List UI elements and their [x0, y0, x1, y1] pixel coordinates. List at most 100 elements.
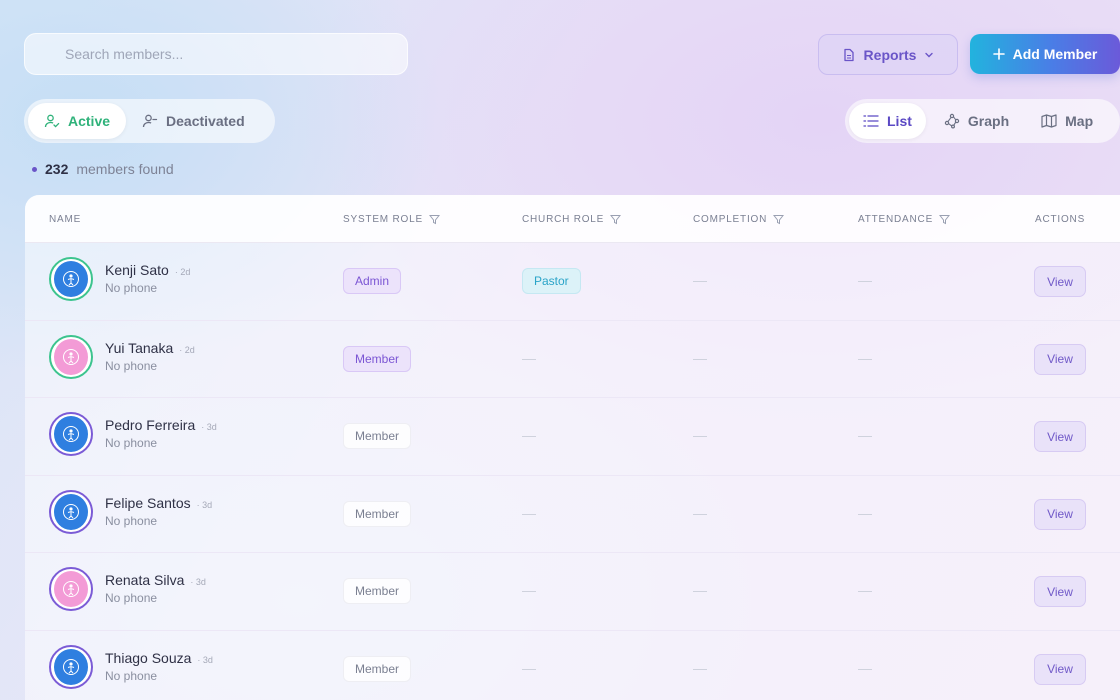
system-role-badge: Member	[343, 500, 412, 527]
filter-icon[interactable]	[428, 214, 440, 225]
filter-icon[interactable]	[610, 214, 622, 225]
tab-graph[interactable]: Graph	[930, 103, 1023, 139]
view-button[interactable]: View	[1034, 266, 1086, 297]
member-name[interactable]: Kenji Sato	[105, 262, 169, 278]
member-info: Yui Tanaka · 2d No phone	[105, 340, 195, 373]
header-church-role[interactable]: CHURCH ROLE	[522, 195, 622, 243]
count-dot	[32, 166, 37, 172]
list-icon	[863, 115, 879, 127]
person-icon	[63, 426, 79, 442]
tab-active-label: Active	[68, 113, 111, 129]
filter-icon[interactable]	[773, 214, 785, 225]
system-role-badge: Member	[343, 423, 412, 449]
table-row[interactable]: Renata Silva · 3d No phone Member View	[25, 553, 1120, 631]
header-system-role[interactable]: SYSTEM ROLE	[343, 195, 440, 243]
view-button[interactable]: View	[1034, 343, 1086, 375]
top-bar: Reports Add Member	[0, 0, 1120, 90]
tab-deactivated-label: Deactivated	[166, 113, 245, 129]
completion-empty	[693, 591, 707, 592]
member-name[interactable]: Renata Silva	[105, 572, 184, 588]
table-row[interactable]: Thiago Souza · 3d No phone Member View	[25, 631, 1120, 700]
person-icon	[63, 581, 79, 597]
member-info: Kenji Sato · 2d No phone	[105, 262, 190, 295]
tab-map[interactable]: Map	[1027, 103, 1107, 139]
member-phone: No phone	[105, 591, 158, 605]
avatar	[49, 644, 93, 689]
member-info: Renata Silva · 3d No phone	[105, 572, 206, 605]
completion-empty	[693, 513, 707, 515]
person-icon	[63, 658, 79, 675]
view-button[interactable]: View	[1034, 498, 1086, 530]
filter-icon[interactable]	[939, 214, 951, 225]
header-name-label: NAME	[49, 213, 82, 225]
search-box[interactable]	[24, 33, 408, 75]
count-suffix: members found	[76, 161, 174, 177]
completion-empty	[693, 358, 707, 360]
add-member-button[interactable]: Add Member	[970, 34, 1120, 74]
tab-map-label: Map	[1065, 113, 1094, 129]
table-row[interactable]: Felipe Santos · 3d No phone Member View	[25, 476, 1120, 553]
system-role-badge: Member	[343, 578, 412, 604]
tab-active[interactable]: Active	[28, 103, 127, 139]
avatar	[49, 489, 93, 534]
user-minus-icon	[142, 114, 158, 128]
member-name[interactable]: Pedro Ferreira	[105, 417, 195, 433]
member-joined-ago: · 2d	[174, 267, 191, 277]
member-name[interactable]: Yui Tanaka	[105, 340, 173, 356]
tab-deactivated[interactable]: Deactivated	[126, 103, 261, 139]
avatar	[49, 257, 93, 301]
tab-list[interactable]: List	[849, 103, 926, 139]
search-icon-wrap	[40, 47, 54, 61]
avatar	[49, 412, 93, 456]
header-actions-label: ACTIONS	[1035, 213, 1086, 225]
avatar	[49, 567, 93, 611]
add-member-label: Add Member	[1012, 46, 1098, 62]
completion-empty	[693, 436, 707, 437]
search-input[interactable]	[65, 46, 385, 62]
attendance-empty	[858, 358, 872, 360]
table-row[interactable]: Kenji Sato · 2d No phone Admin Pastor Vi…	[25, 243, 1120, 321]
attendance-empty	[858, 436, 872, 437]
member-phone: No phone	[105, 513, 158, 528]
header-completion[interactable]: COMPLETION	[693, 195, 785, 243]
attendance-empty	[858, 591, 872, 592]
member-joined-ago: · 3d	[196, 499, 213, 510]
header-attendance-label: ATTENDANCE	[858, 213, 934, 225]
tab-graph-label: Graph	[967, 113, 1010, 129]
members-table: NAME SYSTEM ROLE CHURCH ROLE COMPLETION …	[25, 195, 1120, 700]
view-button[interactable]: View	[1034, 653, 1086, 685]
member-phone: No phone	[105, 358, 158, 373]
reports-label: Reports	[863, 46, 917, 63]
member-name[interactable]: Felipe Santos	[105, 495, 191, 511]
church-role-badge: Pastor	[522, 268, 581, 294]
status-toggle: Active Deactivated	[24, 99, 275, 143]
completion-empty	[693, 668, 707, 670]
member-info: Thiago Souza · 3d No phone	[105, 650, 213, 683]
header-attendance[interactable]: ATTENDANCE	[858, 195, 951, 243]
reports-button[interactable]: Reports	[818, 34, 958, 75]
member-name[interactable]: Thiago Souza	[105, 650, 191, 666]
church-role-empty	[522, 436, 536, 437]
tab-list-label: List	[887, 113, 912, 129]
chevron-down-icon	[925, 52, 934, 57]
system-role-badge: Member	[343, 655, 412, 682]
view-button[interactable]: View	[1034, 421, 1086, 452]
completion-empty	[693, 281, 707, 282]
header-actions: ACTIONS	[1035, 195, 1085, 243]
member-info: Felipe Santos · 3d No phone	[105, 495, 212, 528]
count-number: 232	[45, 161, 69, 177]
graph-icon	[944, 113, 960, 129]
church-role-empty	[522, 668, 536, 670]
view-button[interactable]: View	[1034, 576, 1086, 607]
member-joined-ago: · 3d	[201, 422, 217, 432]
church-role-empty	[522, 358, 536, 360]
header-name[interactable]: NAME	[49, 195, 81, 243]
person-icon	[63, 271, 79, 287]
table-row[interactable]: Yui Tanaka · 2d No phone Member View	[25, 321, 1120, 398]
church-role-empty	[522, 513, 536, 515]
table-row[interactable]: Pedro Ferreira · 3d No phone Member View	[25, 398, 1120, 476]
attendance-empty	[858, 513, 872, 515]
results-count: 232 members found	[32, 160, 174, 178]
header-system-role-label: SYSTEM ROLE	[343, 213, 423, 225]
member-phone: No phone	[105, 436, 158, 450]
